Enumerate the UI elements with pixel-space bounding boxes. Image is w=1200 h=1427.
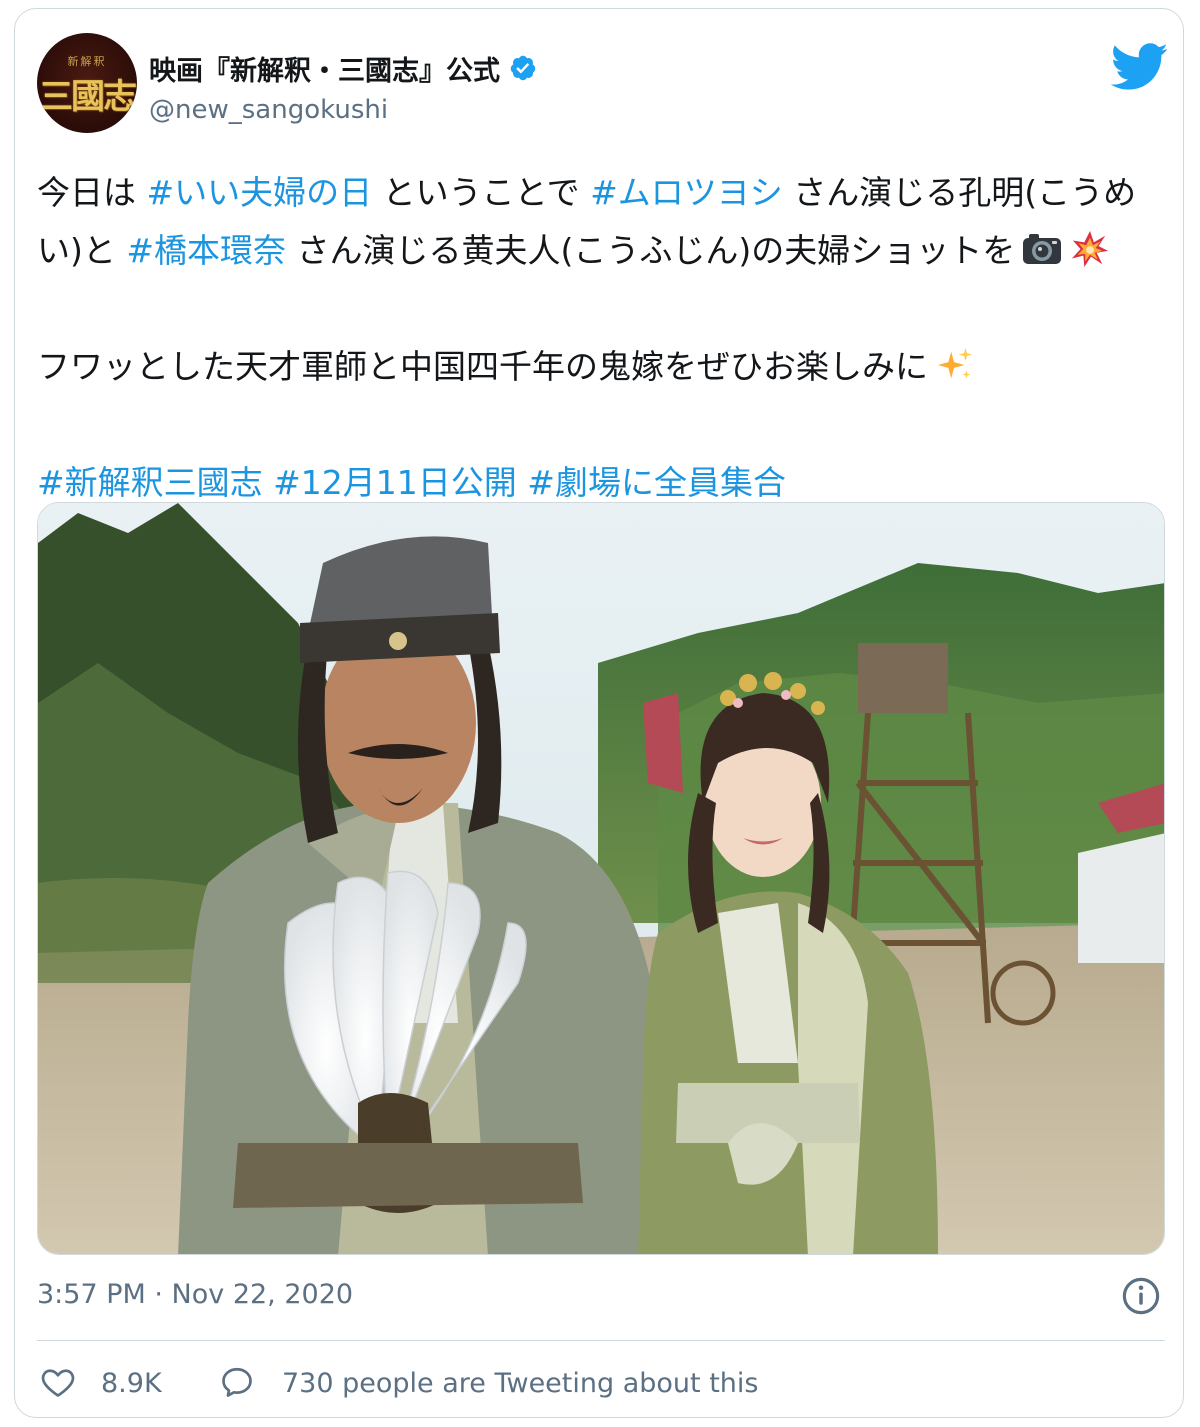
info-icon[interactable] [1120, 1275, 1162, 1317]
conversation-link[interactable]: 730 people are Tweeting about this [282, 1368, 758, 1399]
twitter-bird-icon[interactable] [1111, 43, 1169, 91]
couple-photo-image [38, 503, 1164, 1254]
heart-icon[interactable] [39, 1364, 77, 1400]
divider [37, 1340, 1165, 1341]
camera-emoji-icon [1023, 234, 1062, 264]
sparkles-emoji-icon [937, 347, 973, 379]
collision-emoji-icon [1072, 230, 1109, 268]
tweet-text-segment: 今日は [37, 173, 147, 212]
avatar-subtitle: 新解釈 [67, 55, 107, 68]
author-name[interactable]: 映画『新解釈・三國志』公式 [149, 49, 500, 88]
tweet-timestamp[interactable]: 3:57 PM · Nov 22, 2020 [37, 1279, 353, 1310]
verified-badge-icon [510, 55, 536, 81]
tweet-card: 新解釈 三國志 映画『新解釈・三國志』公式 @new_sangokushi 今日… [14, 8, 1184, 1418]
like-count[interactable]: 8.9K [101, 1368, 162, 1399]
tweet-text-segment: さん演じる黄夫人(こうふじん)の夫婦ショットを [286, 231, 1016, 270]
speech-bubble-icon[interactable] [218, 1364, 256, 1400]
hashtag-link[interactable]: #劇場に全員集合 [527, 463, 786, 502]
tweet-paragraph-2: フワッとした天才軍師と中国四千年の鬼嫁をぜひお楽しみに [37, 338, 1167, 396]
hashtag-link[interactable]: #いい夫婦の日 [147, 173, 373, 212]
tweet-text-segment: フワッとした天才軍師と中国四千年の鬼嫁をぜひお楽しみに [37, 347, 928, 386]
tweet-text: 今日は #いい夫婦の日 ということで #ムロツヨシ さん演じる孔明(こうめい)と… [37, 164, 1167, 512]
hashtag-link[interactable]: #橋本環奈 [126, 231, 286, 270]
avatar-logo-text: 三國志 [39, 77, 137, 117]
hashtag-link[interactable]: #新解釈三國志 [37, 463, 263, 502]
hashtag-link[interactable]: #12月11日公開 [273, 463, 517, 502]
tweet-text-segment: ということで [372, 173, 591, 212]
hashtag-link[interactable]: #ムロツヨシ [590, 173, 783, 212]
tweet-paragraph-1: 今日は #いい夫婦の日 ということで #ムロツヨシ さん演じる孔明(こうめい)と… [37, 164, 1167, 280]
tweet-photo[interactable] [37, 502, 1165, 1255]
author-handle[interactable]: @new_sangokushi [149, 95, 388, 125]
author-avatar[interactable]: 新解釈 三國志 [37, 33, 137, 133]
